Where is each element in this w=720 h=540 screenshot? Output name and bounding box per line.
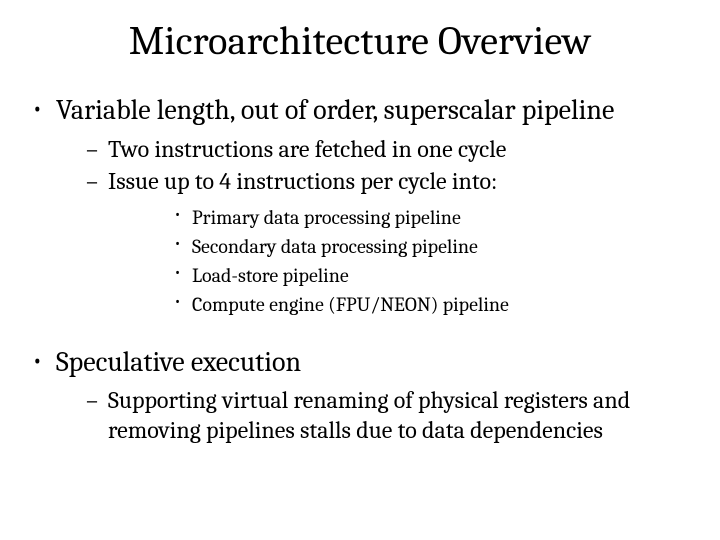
bullet-text: Variable length, out of order, superscal… <box>56 94 614 126</box>
bullet-list-level3: Primary data processing pipeline Seconda… <box>108 204 690 318</box>
bullet-text: Primary data processing pipeline <box>192 206 461 229</box>
bullet-text: Load-store pipeline <box>192 264 349 287</box>
bullet-text: Issue up to 4 instructions per cycle int… <box>108 167 497 195</box>
slide-title: Microarchitecture Overview <box>30 18 690 64</box>
bullet-level2: Two instructions are fetched in one cycl… <box>56 134 690 164</box>
bullet-text: Secondary data processing pipeline <box>192 235 478 258</box>
bullet-list-level2: Two instructions are fetched in one cycl… <box>56 134 690 318</box>
bullet-list-level1: Variable length, out of order, superscal… <box>30 94 690 318</box>
bullet-level1: Speculative execution Supporting virtual… <box>30 346 690 446</box>
bullet-level3: Load-store pipeline <box>108 262 690 289</box>
bullet-level2: Issue up to 4 instructions per cycle int… <box>56 166 690 318</box>
bullet-text: Supporting virtual renaming of physical … <box>108 386 630 444</box>
bullet-text: Two instructions are fetched in one cycl… <box>108 135 506 163</box>
bullet-list-level1: Speculative execution Supporting virtual… <box>30 346 690 446</box>
bullet-level1: Variable length, out of order, superscal… <box>30 94 690 318</box>
slide: Microarchitecture Overview Variable leng… <box>0 0 720 540</box>
bullet-list-level2: Supporting virtual renaming of physical … <box>56 385 690 445</box>
bullet-level3: Secondary data processing pipeline <box>108 233 690 260</box>
spacer <box>30 328 690 346</box>
bullet-text: Speculative execution <box>56 346 301 378</box>
bullet-text: Compute engine (FPU/NEON) pipeline <box>192 293 509 316</box>
bullet-level3: Compute engine (FPU/NEON) pipeline <box>108 291 690 318</box>
bullet-level2: Supporting virtual renaming of physical … <box>56 385 690 445</box>
bullet-level3: Primary data processing pipeline <box>108 204 690 231</box>
